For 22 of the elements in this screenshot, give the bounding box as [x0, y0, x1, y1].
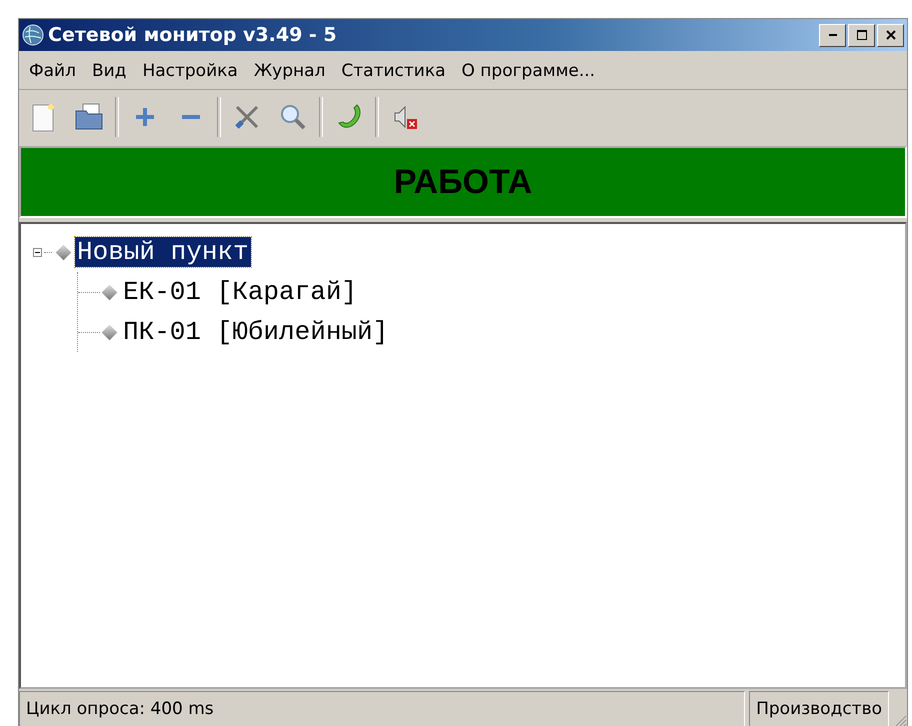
menu-item[interactable]: Файл — [23, 59, 82, 83]
status-text: Цикл опроса: 400 ms — [19, 691, 746, 726]
maximize-button[interactable] — [848, 24, 875, 46]
menu-item[interactable]: Настройка — [136, 59, 244, 83]
minimize-icon — [828, 34, 836, 36]
collapse-toggle-icon[interactable] — [33, 248, 42, 256]
minimize-button[interactable] — [819, 24, 846, 46]
close-icon — [886, 30, 896, 40]
menu-item[interactable]: Статистика — [335, 59, 452, 83]
window-title: Сетевой монитор v3.49 - 5 — [48, 24, 338, 46]
tree-item[interactable]: ЕК-01 [Карагай] — [121, 277, 360, 307]
close-button[interactable] — [877, 24, 904, 46]
globe-icon — [22, 24, 44, 46]
menu-item[interactable]: Вид — [86, 59, 132, 83]
minus-icon — [182, 115, 200, 119]
menu-item[interactable]: О программе... — [456, 59, 602, 83]
status-banner: РАБОТА — [19, 146, 907, 218]
status-text: Производство — [749, 691, 889, 726]
tree-item[interactable]: Новый пункт — [75, 237, 251, 267]
menu-item[interactable]: Журнал — [248, 59, 332, 83]
tree-item[interactable]: ПК-01 [Юбилейный] — [121, 317, 390, 347]
maximize-icon — [856, 30, 866, 40]
